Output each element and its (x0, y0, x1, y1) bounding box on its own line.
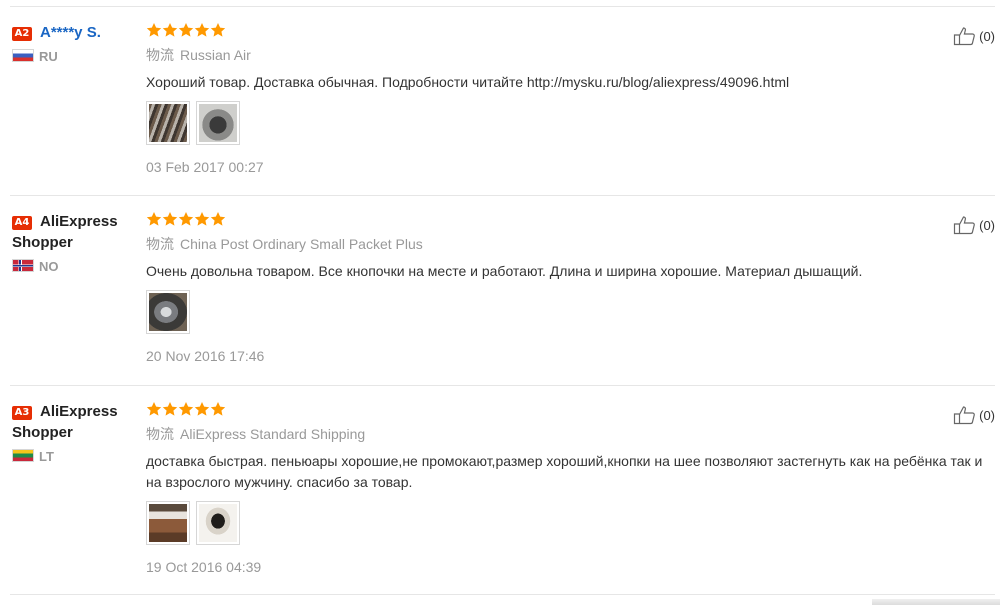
review-text: Очень довольна товаром. Все кнопочки на … (146, 263, 863, 279)
star-icon (210, 23, 226, 37)
thumbs-up-icon (954, 406, 975, 425)
reviewer-name: A3 AliExpress Shopper (12, 403, 118, 441)
shipping-method: 物流 AliExpress Standard Shipping (146, 426, 366, 443)
review-text: доставка быстрая. пеньюары хорошие,не пр… (146, 453, 983, 490)
reviewer-info: A4 AliExpress Shopper NO (12, 211, 137, 275)
review-date: 03 Feb 2017 00:27 (146, 159, 264, 175)
review-photo-thumbnail[interactable] (196, 101, 240, 145)
review-divider (10, 594, 995, 595)
star-icon (146, 402, 162, 416)
star-icon (210, 402, 226, 416)
thumbs-up-icon (954, 216, 975, 235)
reviewer-country: LT (12, 449, 137, 465)
star-icon (146, 212, 162, 226)
star-rating (146, 22, 996, 42)
top-divider (10, 6, 995, 7)
star-rating (146, 401, 996, 421)
buyer-level-badge: A3 (12, 406, 32, 420)
star-icon (146, 23, 162, 37)
reviewer-country: RU (12, 49, 137, 65)
reviewer-country: NO (12, 259, 137, 275)
star-icon (162, 212, 178, 226)
star-icon (162, 402, 178, 416)
thumbs-up-icon (954, 27, 975, 46)
review-date: 20 Nov 2016 17:46 (146, 348, 265, 364)
lithuania-flag-icon (12, 449, 34, 462)
review-photo-thumbnail[interactable] (146, 290, 190, 334)
star-icon (210, 212, 226, 226)
buyer-level-badge: A4 (12, 216, 32, 230)
reviewer-name[interactable]: A2 A****y S. (12, 22, 137, 43)
shipping-method: 物流 Russian Air (146, 47, 251, 64)
star-icon (178, 23, 194, 37)
review-item: A3 AliExpress Shopper LT 物流 AliExpress Stan… (10, 401, 1000, 595)
star-rating (146, 211, 996, 231)
review-photos (146, 101, 996, 145)
review-date: 19 Oct 2016 04:39 (146, 559, 262, 575)
helpful-button[interactable]: (0) (953, 405, 995, 425)
review-photos (146, 501, 996, 545)
review-divider (10, 195, 995, 196)
star-icon (194, 212, 210, 226)
star-icon (194, 402, 210, 416)
buyer-level-badge: A2 (12, 27, 32, 41)
shipping-method: 物流 China Post Ordinary Small Packet Plus (146, 236, 423, 253)
reviewer-name: A4 AliExpress Shopper (12, 213, 118, 251)
star-icon (194, 23, 210, 37)
star-icon (178, 212, 194, 226)
review-content: 物流 AliExpress Standard Shipping доставка … (146, 401, 996, 576)
star-icon (162, 23, 178, 37)
russia-flag-icon (12, 49, 34, 62)
review-divider (10, 385, 995, 386)
scroll-edge-shadow (872, 599, 1000, 605)
norway-flag-icon (12, 259, 34, 272)
review-photo-thumbnail[interactable] (146, 501, 190, 545)
review-item: A2 A****y S. RU 物流 Russian Air Хороший тов… (10, 22, 1000, 196)
reviewer-info: A3 AliExpress Shopper LT (12, 401, 137, 465)
reviewer-info: A2 A****y S. RU (12, 22, 137, 65)
review-content: 物流 Russian Air Хороший товар. Доставка об… (146, 22, 996, 176)
review-photo-thumbnail[interactable] (146, 101, 190, 145)
star-icon (178, 402, 194, 416)
helpful-button[interactable]: (0) (953, 215, 995, 235)
review-item: A4 AliExpress Shopper NO 物流 China Post Ordi… (10, 211, 1000, 386)
review-photos (146, 290, 996, 334)
helpful-button[interactable]: (0) (953, 26, 995, 46)
review-text: Хороший товар. Доставка обычная. Подробн… (146, 74, 790, 90)
review-photo-thumbnail[interactable] (196, 501, 240, 545)
review-content: 物流 China Post Ordinary Small Packet Plus … (146, 211, 996, 365)
